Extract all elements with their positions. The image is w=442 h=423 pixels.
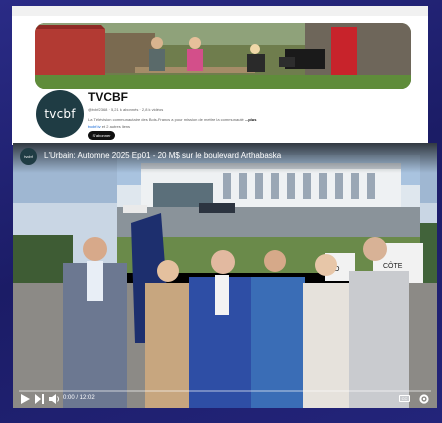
channel-links[interactable]: tvcbf.tv et 2 autres liens: [88, 124, 130, 129]
time-display: 0:00 / 12:02: [63, 395, 95, 401]
sign-right-text: CÔTE: [383, 261, 403, 270]
channel-description[interactable]: La Télévision communautaire des Bois-Fra…: [88, 117, 256, 122]
channel-name[interactable]: TVCBF: [88, 90, 128, 104]
volume-icon[interactable]: [49, 394, 60, 404]
channel-banner: [35, 23, 411, 89]
settings-icon[interactable]: [419, 394, 429, 404]
cc-icon[interactable]: CC: [399, 395, 410, 402]
progress-bar[interactable]: [19, 390, 431, 392]
banner-photo: [35, 23, 411, 89]
video-player[interactable]: CÔTE CO tvcbf L'Urbain: Automne 2025 Ep0…: [13, 143, 437, 408]
browser-top-strip: [12, 6, 428, 16]
next-icon[interactable]: [35, 394, 44, 404]
channel-meta: @tvbf2368 · 5,21 k abonnés · 2,8 k vidéo…: [88, 107, 164, 112]
channel-link-url[interactable]: tvcbf.tv: [88, 124, 101, 129]
description-text: La Télévision communautaire des Bois-Fra…: [88, 117, 244, 122]
channel-link-more[interactable]: et 2 autres liens: [102, 124, 130, 129]
channel-avatar[interactable]: tvcbf: [36, 90, 84, 138]
channel-header-card: tvcbf TVCBF @tvbf2368 · 5,21 k abonnés ·…: [12, 6, 428, 145]
video-frame: CÔTE CO: [13, 143, 437, 408]
video-title[interactable]: L'Urbain: Automne 2025 Ep01 - 20 M$ sur …: [44, 151, 281, 160]
subscribe-button[interactable]: S'abonner: [88, 131, 115, 140]
play-icon[interactable]: [21, 394, 30, 404]
video-channel-avatar[interactable]: tvcbf: [20, 148, 37, 165]
description-more-link[interactable]: ...plus: [245, 117, 257, 122]
